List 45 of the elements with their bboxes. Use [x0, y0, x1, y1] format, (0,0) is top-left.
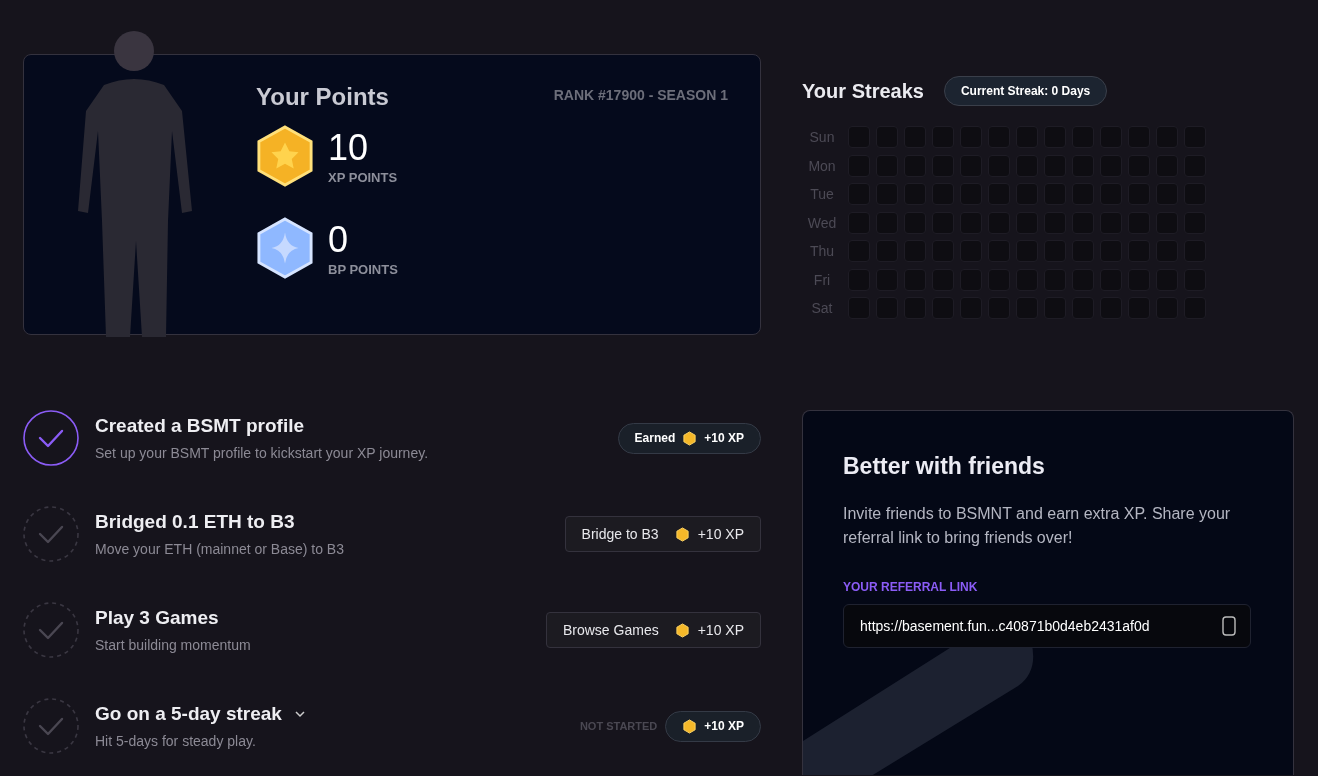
- points-value: 10: [328, 127, 370, 168]
- field-label: YOUR REFERRAL LINK: [843, 580, 979, 594]
- day-label: Tue: [809, 186, 835, 202]
- card-title: Better with friends: [843, 453, 1046, 480]
- task-title: Play 3 Games: [95, 607, 219, 629]
- points-title: Your Points: [256, 83, 389, 111]
- sparkle-badge-icon: [256, 217, 314, 279]
- day-label: Sun: [808, 129, 836, 145]
- button-label: Browse Games: [562, 622, 659, 638]
- link-text: https://basement.fun...c40871b0d4eb2431af0d: [860, 618, 1150, 634]
- day-label: Mon: [807, 157, 837, 174]
- task-description: Hit 5-days for steady play.: [95, 733, 257, 749]
- task-title: Bridged 0.1 ETH to B3: [95, 511, 295, 533]
- reward-label: +10 XP: [697, 622, 744, 638]
- action-button[interactable]: Browse Games +10 XP: [545, 612, 761, 648]
- star-badge-icon: [256, 125, 314, 187]
- reward-label: +10 XP: [704, 719, 744, 733]
- status-label: Earned: [634, 431, 676, 445]
- task-description: Start building momentum: [95, 637, 252, 653]
- points-value: 0: [328, 219, 350, 260]
- card-description: Invite friends to BSMNT and earn extra XP. Share your referral link to bring friends over!: [843, 504, 1232, 548]
- coin-icon: [682, 430, 698, 446]
- points-label: BP POINTS: [328, 261, 398, 277]
- streaks-title: Your Streaks: [802, 79, 924, 103]
- reward-label: +10 XP: [704, 431, 744, 445]
- day-label: Sat: [810, 300, 834, 316]
- points-label: XP POINTS: [328, 169, 398, 185]
- coin-icon: [674, 526, 690, 542]
- task-description: Move your ETH (mainnet or Base) to B3: [95, 541, 345, 557]
- current-streak-badge: Current Streak: 0 Days: [943, 76, 1108, 106]
- task-title: Created a BSMT profile: [95, 415, 305, 437]
- rank-label: RANK #17900 - SEASON 1: [553, 87, 728, 103]
- coin-icon: [682, 718, 698, 734]
- referral-link-field[interactable]: https://basement.fun...c40871b0d4eb2431af0d: [843, 604, 1251, 648]
- button-label: Bridge to B3: [581, 526, 659, 542]
- task-title: Go on a 5-day streak: [95, 703, 282, 725]
- task-description: Set up your BSMT profile to kickstart your XP journey.: [95, 445, 430, 461]
- copy-icon[interactable]: [1222, 616, 1236, 636]
- action-button[interactable]: Bridge to B3 +10 XP: [564, 516, 761, 552]
- chevron-icon[interactable]: [293, 708, 306, 720]
- day-label: Wed: [806, 214, 838, 231]
- coin-icon: [674, 622, 690, 638]
- reward-label: +10 XP: [697, 526, 744, 542]
- day-label: Thu: [808, 243, 836, 259]
- day-label: Fri: [812, 271, 832, 288]
